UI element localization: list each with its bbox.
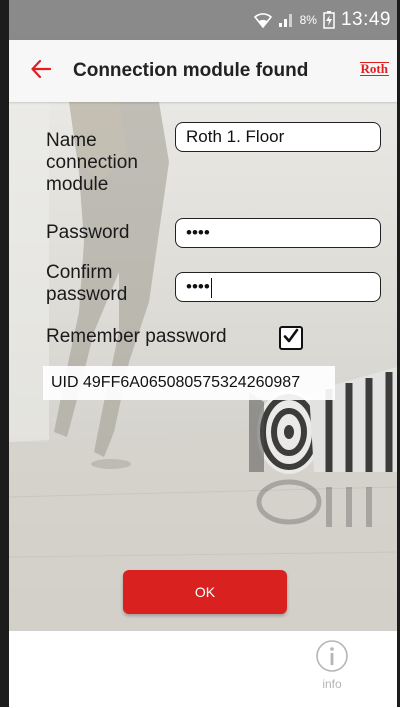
info-button[interactable]: info [311, 639, 353, 691]
confirm-password-label: Confirm password [46, 262, 128, 305]
app-bar: Connection module found Roth [9, 40, 397, 102]
status-bar: 8% 13:49 [9, 0, 397, 40]
bottom-bar: info [9, 630, 397, 708]
info-icon [315, 639, 349, 678]
checkmark-icon [283, 328, 299, 349]
info-label: info [322, 677, 342, 691]
password-row: Password [46, 222, 176, 244]
battery-charging-icon [323, 11, 335, 29]
arrow-left-icon [31, 59, 52, 83]
password-label: Password [46, 222, 130, 243]
remember-password-label: Remember password [46, 326, 227, 347]
text-cursor [210, 277, 213, 298]
back-button[interactable] [21, 51, 61, 91]
ok-button[interactable]: OK [123, 570, 287, 614]
device-frame-left [0, 0, 9, 707]
main-content: Name connection module Roth 1. Floor Pas… [9, 102, 397, 630]
wifi-icon [253, 12, 272, 28]
page-title: Connection module found [73, 60, 309, 81]
name-label: Name connection module [46, 130, 138, 195]
password-field[interactable]: •••• [175, 218, 381, 248]
confirm-password-value: •••• [186, 277, 210, 296]
remember-password-checkbox[interactable] [279, 326, 303, 350]
status-clock: 13:49 [340, 9, 391, 30]
remember-row: Remember password [46, 326, 276, 348]
name-row: Name connection module [46, 130, 156, 196]
confirm-password-row: Confirm password [46, 262, 156, 306]
name-field[interactable]: Roth 1. Floor [175, 122, 381, 152]
signal-icon [278, 12, 294, 28]
confirm-password-field[interactable]: •••• [175, 272, 381, 302]
brand-logo: Roth [359, 61, 389, 76]
uid-text: UID 49FF6A065080575324260987 [43, 366, 335, 400]
battery-percent: 8% [299, 13, 317, 27]
